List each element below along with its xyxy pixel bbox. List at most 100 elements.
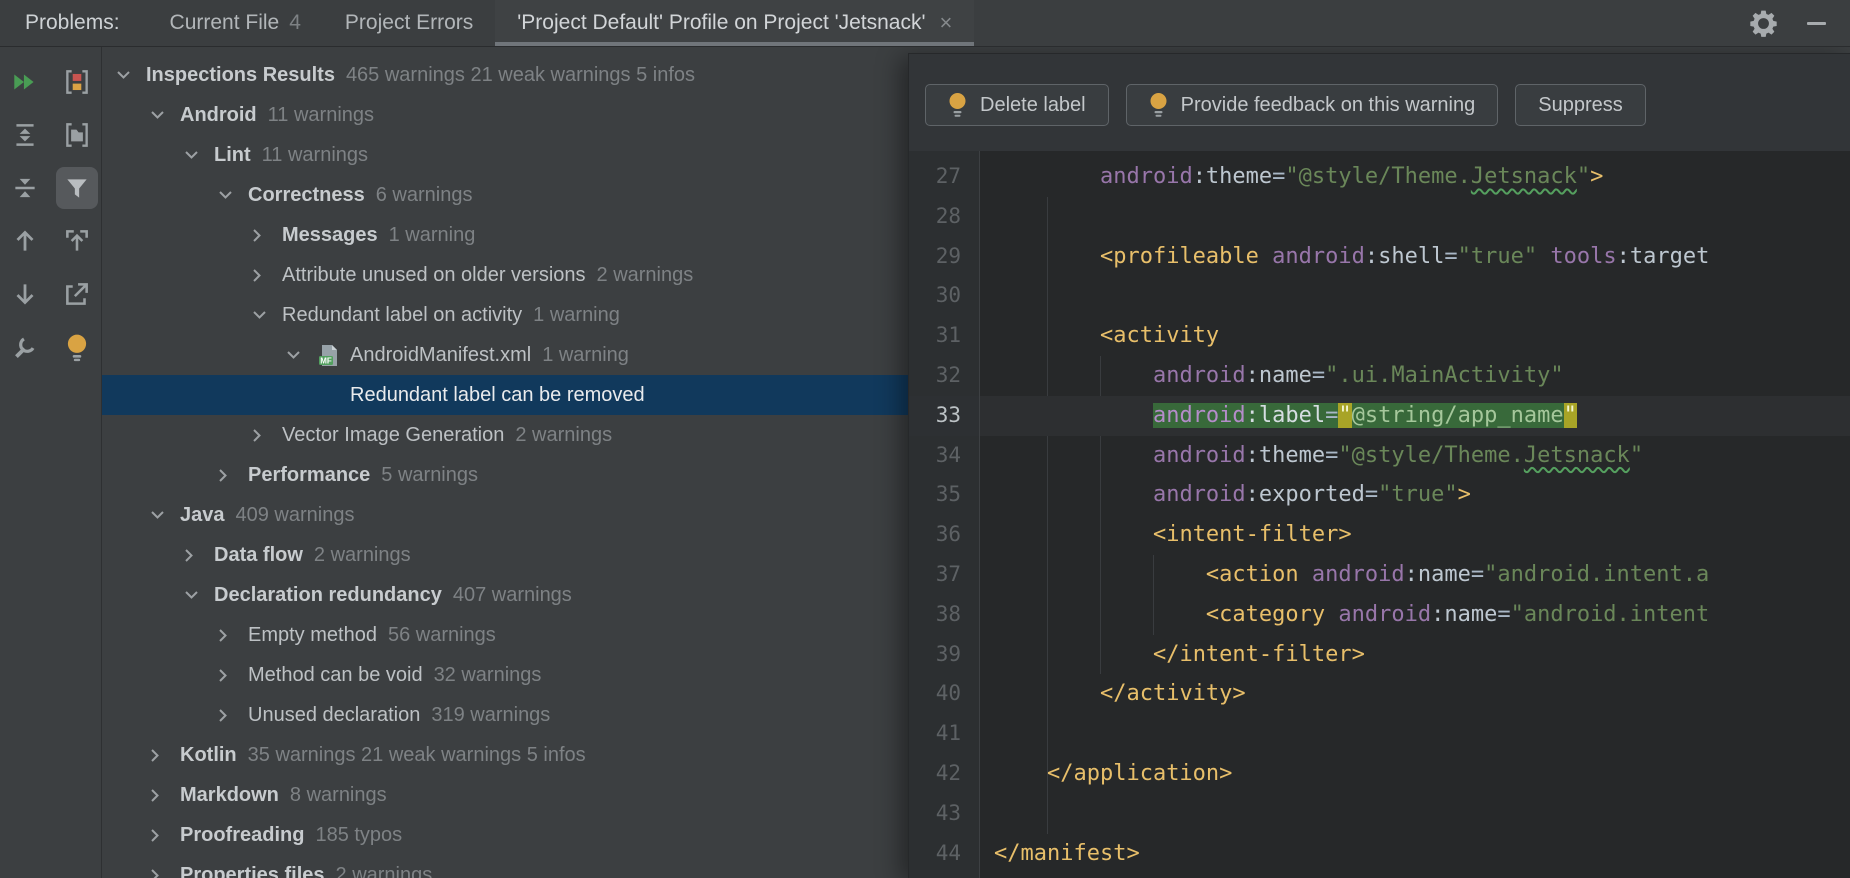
chevron-down-icon[interactable] [218,190,248,200]
tree-item-count: 11 warnings [262,144,368,167]
code-token: = [1325,403,1338,428]
open-in-editor-icon[interactable] [56,273,98,315]
code-line-40[interactable]: </activity> [980,674,1850,714]
tab-project-errors[interactable]: Project Errors [323,0,495,46]
code-token: " [1564,403,1577,428]
chevron-down-icon[interactable] [150,110,180,120]
provide-feedback-on-this-warning-button[interactable]: Provide feedback on this warning [1126,84,1499,126]
inspection-severity-icon[interactable] [56,61,98,103]
collapse-all-icon[interactable] [4,167,46,209]
tree-item-label: Declaration redundancy [214,584,442,607]
code-editor[interactable]: 272829303132333435363738394041424344 and… [909,151,1850,878]
code-line-29[interactable]: <profileable android:shell="true" tools:… [980,237,1850,277]
chevron-right-icon[interactable] [150,748,180,763]
close-icon[interactable]: × [940,12,953,34]
editor-code-area[interactable]: android:theme="@style/Theme.Jetsnack"> <… [980,151,1850,878]
code-token: :shell [1365,244,1444,269]
quick-fix-bulb-icon[interactable] [56,326,98,368]
code-line-41[interactable] [980,714,1850,754]
code-token: android [1338,602,1431,627]
code-line-42[interactable]: </application> [980,754,1850,794]
code-token: </intent-filter> [1153,642,1365,667]
previous-problem-icon[interactable] [4,220,46,262]
tree-item-label: Empty method [248,624,377,647]
tree-item-count: 32 warnings [434,664,542,687]
code-token: "android.intent [1511,602,1710,627]
code-token: " [1577,164,1590,189]
code-line-43[interactable] [980,794,1850,834]
panel-title: Problems: [25,11,120,35]
delete-label-button[interactable]: Delete label [925,84,1109,126]
code-line-35[interactable]: android:exported="true"> [980,475,1850,515]
tree-item-label: AndroidManifest.xml [350,344,531,367]
code-token: @string/app_name [1352,403,1564,428]
export-icon[interactable] [56,220,98,262]
tree-item-label: Performance [248,464,370,487]
chevron-down-icon[interactable] [150,510,180,520]
code-token [1537,244,1550,269]
tab-project-default-profile-on-project-jetsnack[interactable]: 'Project Default' Profile on Project 'Je… [495,0,974,46]
code-token: :name [1246,363,1312,388]
tab-list: Current File4Project Errors'Project Defa… [148,0,975,46]
code-line-37[interactable]: <action android:name="android.intent.a [980,555,1850,595]
chevron-right-icon[interactable] [150,828,180,843]
code-line-38[interactable]: <category android:name="android.intent [980,595,1850,635]
code-line-32[interactable]: android:name=".ui.MainActivity" [980,356,1850,396]
tree-item-count: 185 typos [315,824,402,847]
chevron-right-icon[interactable] [252,228,282,243]
code-token [994,323,1100,348]
tree-item-label: Method can be void [248,664,423,687]
chevron-right-icon[interactable] [218,708,248,723]
code-line-44[interactable]: </manifest> [980,834,1850,874]
quick-fix-buttons: Delete label Provide feedback on this war… [925,84,1850,128]
chevron-right-icon[interactable] [150,788,180,803]
code-token: = [1444,244,1457,269]
chevron-right-icon[interactable] [150,868,180,878]
code-token [994,522,1153,547]
minimize-icon[interactable] [1807,22,1826,25]
chevron-down-icon[interactable] [252,310,282,320]
code-line-27[interactable]: android:theme="@style/Theme.Jetsnack"> [980,157,1850,197]
chevron-down-icon[interactable] [116,70,146,80]
chevron-down-icon[interactable] [184,150,214,160]
code-token: <action [1206,562,1299,587]
code-line-36[interactable]: <intent-filter> [980,515,1850,555]
tree-item-label: Lint [214,144,251,167]
rerun-inspection-icon[interactable] [4,61,46,103]
inspection-settings-wrench-icon[interactable] [4,326,46,368]
tree-item-label: Markdown [180,784,279,807]
chevron-down-icon[interactable] [184,590,214,600]
chevron-right-icon[interactable] [184,548,214,563]
chevron-right-icon[interactable] [218,628,248,643]
filter-icon[interactable] [56,167,98,209]
suppress-button[interactable]: Suppress [1515,84,1646,126]
line-number: 27 [909,157,979,197]
chevron-right-icon[interactable] [218,468,248,483]
code-token: :exported [1246,482,1365,507]
code-line-39[interactable]: </intent-filter> [980,635,1850,675]
line-number: 34 [909,436,979,476]
tree-item-label: Inspections Results [146,64,335,87]
settings-gear-icon[interactable] [1748,8,1779,39]
code-token: "true" [1378,482,1457,507]
chevron-right-icon[interactable] [252,428,282,443]
tree-item-label: Unused declaration [248,704,420,727]
code-line-31[interactable]: <activity [980,316,1850,356]
tab-current-file[interactable]: Current File4 [148,0,323,46]
chevron-right-icon[interactable] [252,268,282,283]
code-token: tools [1550,244,1616,269]
chevron-right-icon[interactable] [218,668,248,683]
code-line-34[interactable]: android:theme="@style/Theme.Jetsnack" [980,436,1850,476]
left-toolbar [0,47,102,878]
code-token: > [1458,482,1471,507]
tree-item-count: 2 warnings [597,264,694,287]
expand-all-icon[interactable] [4,114,46,156]
tree-item-count: 1 warning [542,344,629,367]
group-by-directory-icon[interactable] [56,114,98,156]
code-line-28[interactable] [980,197,1850,237]
chevron-down-icon[interactable] [286,350,316,360]
code-line-33[interactable]: android:label="@string/app_name" [980,396,1850,436]
next-problem-icon[interactable] [4,273,46,315]
code-line-30[interactable] [980,276,1850,316]
code-token: :theme [1246,443,1325,468]
